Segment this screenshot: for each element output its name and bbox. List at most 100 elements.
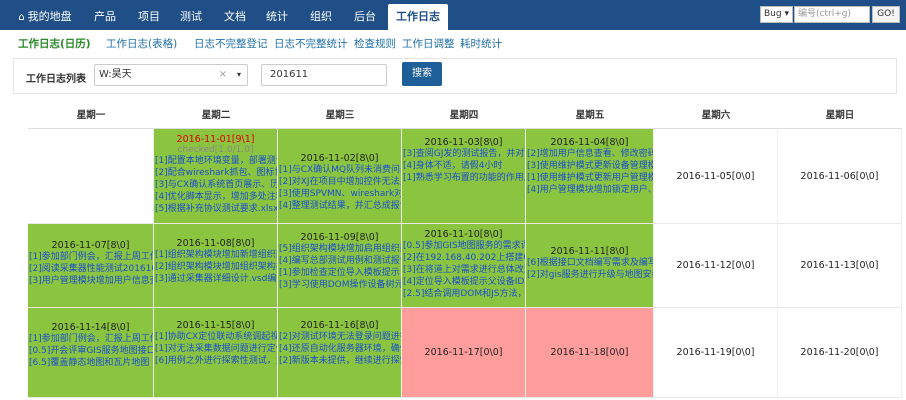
weekday-header: 星期五: [526, 103, 654, 129]
clear-icon[interactable]: ×: [219, 65, 227, 85]
subnav-item-0[interactable]: 工作日志(日历): [18, 36, 91, 51]
log-entry-link[interactable]: [1]参加部门例会，汇报上周工作: [28, 251, 153, 263]
log-entry-link[interactable]: [5]根据补充协议测试要求.xlsx: [154, 203, 277, 215]
weekday-header: 星期四: [402, 103, 526, 129]
subnav-item-3[interactable]: 日志不完整统计: [274, 36, 348, 51]
calendar-day-cell[interactable]: 2016-11-16[8\0] [2]对测试环境无法登录问题进行 [4]还原自动化服…: [278, 308, 402, 398]
user-select[interactable]: W:昊天 × ▾: [94, 64, 248, 86]
log-entry-link[interactable]: [4]编写总部测试用例和测试报告: [278, 255, 401, 267]
search-button[interactable]: 搜索: [402, 62, 442, 86]
calendar-day-cell[interactable]: 2016-11-13[0\0]: [778, 224, 902, 308]
nav-item-8[interactable]: 工作日志: [388, 4, 448, 30]
log-entry-link[interactable]: [1]对无法采集数据问题进行定位: [154, 343, 277, 355]
go-button[interactable]: GO!: [872, 6, 900, 23]
log-entry-link[interactable]: [4]定位导入模板提示父设备ID为空: [402, 276, 525, 288]
nav-item-5[interactable]: 统计: [258, 4, 296, 30]
log-entry-link[interactable]: [2]在192.168.40.202上搭建GIS: [402, 252, 525, 264]
subnav-item-5[interactable]: 工作日调整: [402, 36, 455, 51]
log-entry-link[interactable]: [2.5]结合调用DOM和JS方法，实现: [402, 288, 525, 300]
caret-down-icon[interactable]: ▾: [237, 65, 241, 85]
nav-item-4[interactable]: 文档: [216, 4, 254, 30]
log-entry-link[interactable]: [1]使用维护模式更新用户管理模块: [526, 172, 653, 184]
calendar-day-cell[interactable]: 2016-11-04[8\0] [2]增加用户信息查看、修改密码 [3]使用维护模式…: [526, 129, 654, 224]
calendar-day-cell[interactable]: 2016-11-19[0\0]: [654, 308, 778, 398]
subnav-item-6[interactable]: 耗时统计: [460, 36, 502, 51]
calendar-day-cell[interactable]: 2016-11-15[8\0] [1]协助CX定位联动系统调起视频 [1]对无法采集…: [154, 308, 278, 398]
day-date: 2016-11-08[8\0]: [176, 238, 255, 249]
log-entry-link[interactable]: [1]参加检查定位导入模板提示: [278, 267, 401, 279]
log-entry-link[interactable]: [0.5]参加GIS地图服务的需求评审: [402, 240, 525, 252]
bug-type-select[interactable]: Bug ▾: [760, 6, 793, 23]
log-entry-link[interactable]: [1]熟悉学习布置的功能的作用及: [402, 172, 525, 184]
log-entry-link[interactable]: [2]新版本未提供，继续进行探索性: [278, 355, 401, 367]
log-entry-link[interactable]: [6.5]覆盖静态地图和瓦片地图: [28, 357, 153, 369]
log-entry-link[interactable]: [2]配合wireshark抓包、图标协议分析: [154, 167, 277, 179]
calendar-day-cell[interactable]: 2016-11-14[8\0] [1]参加部门例会，汇报上周工作 [0.5]开会评审…: [28, 308, 154, 398]
log-entry-link[interactable]: [3]通过采集器详细设计.vsd编写: [154, 273, 277, 285]
month-input[interactable]: 201611: [261, 64, 387, 86]
log-entry-link[interactable]: [2]对测试环境无法登录问题进行: [278, 331, 401, 343]
calendar-day-cell[interactable]: 2016-11-10[8\0] [0.5]参加GIS地图服务的需求评审 [2]在19…: [402, 224, 526, 308]
log-entry-link[interactable]: [2]对XJ在项目中增加控件无法显示: [278, 176, 401, 188]
log-entry-link[interactable]: [2]阅读采集器性能测试20161031: [28, 263, 153, 275]
calendar-day-cell[interactable]: 2016-11-07[8\0] [1]参加部门例会，汇报上周工作 [2]阅读采集器性…: [28, 224, 154, 308]
calendar-day-cell[interactable]: 2016-11-06[0\0]: [778, 129, 902, 224]
log-entry-link[interactable]: [1]组织架构模块增加新增组织架构: [154, 249, 277, 261]
day-date: 2016-11-01[9\1]: [176, 134, 255, 145]
log-entry-link[interactable]: [1]参加部门例会，汇报上周工作: [28, 333, 153, 345]
nav-item-0[interactable]: ⌂ 我的地盘: [10, 4, 80, 30]
log-entry-link[interactable]: [3]学习使用DOM操作设备树元素: [278, 279, 401, 291]
calendar-day-cell[interactable]: 2016-11-18[0\0]: [526, 308, 654, 398]
nav-item-1[interactable]: 产品: [86, 4, 124, 30]
log-entry-link[interactable]: [6]根据接口文档编写需求及编写: [526, 257, 653, 269]
log-entry-link[interactable]: [1]与CX确认MQ队列未消费问题: [278, 164, 401, 176]
home-icon: ⌂: [18, 12, 25, 23]
nav-item-2[interactable]: 项目: [130, 4, 168, 30]
log-entry-link[interactable]: [6]用例之外进行探索性测试，重点: [154, 355, 277, 367]
log-entry-link[interactable]: [1]协助CX定位联动系统调起视频: [154, 331, 277, 343]
subnav-item-2[interactable]: 日志不完整登记: [194, 36, 268, 51]
log-entry-link[interactable]: [4]用户管理模块增加锁定用户、解锁: [526, 184, 653, 196]
nav-item-3[interactable]: 测试: [172, 4, 210, 30]
nav-item-label: 组织: [310, 10, 332, 23]
nav-item-label: 项目: [138, 10, 160, 23]
subnav-item-4[interactable]: 检查规则: [354, 36, 396, 51]
log-entry-link[interactable]: [2]增加用户信息查看、修改密码: [526, 148, 653, 160]
weekday-header: 星期二: [154, 103, 278, 129]
log-entry-link[interactable]: [3]使用维护模式更新设备管理模块: [526, 160, 653, 172]
day-date: 2016-11-03[8\0]: [424, 137, 503, 148]
log-entry-link[interactable]: [3]使用SPVMN、wireshark对抓包: [278, 188, 401, 200]
calendar-day-cell[interactable]: 2016-11-02[8\0] [1]与CX确认MQ队列未消费问题 [2]对XJ在项…: [278, 129, 402, 224]
log-entry-link[interactable]: [4]整理测试结果，并汇总成报告: [278, 200, 401, 212]
calendar-day-cell[interactable]: 2016-11-17[0\0]: [402, 308, 526, 398]
log-entry-link[interactable]: [3]用户管理模块增加用户信息查看: [28, 275, 153, 287]
log-entry-link[interactable]: [4]还原自动化服务器环境，确保: [278, 343, 401, 355]
subnav-item-1[interactable]: 工作日志(表格): [106, 36, 177, 51]
calendar-day-cell[interactable]: 2016-11-08[8\0][1]组织架构模块增加新增组织架构[2]组织架构模…: [154, 224, 278, 308]
bug-quick-search: Bug ▾ 编号(ctrl+g) GO!: [760, 6, 900, 23]
calendar-day-cell[interactable]: 2016-11-05[0\0]: [654, 129, 778, 224]
bug-id-input[interactable]: 编号(ctrl+g): [794, 6, 870, 23]
day-date: 2016-11-10[8\0]: [424, 229, 503, 240]
log-entry-link[interactable]: [2]组织架构模块增加组织架构校验: [154, 261, 277, 273]
log-entry-link[interactable]: [3]在将道上对需求进行总体改造: [402, 264, 525, 276]
calendar-day-cell[interactable]: 2016-11-11[8\0] [6]根据接口文档编写需求及编写 [2]对gis服务…: [526, 224, 654, 308]
day-date: 2016-11-14[8\0]: [51, 322, 130, 333]
nav-item-6[interactable]: 组织: [302, 4, 340, 30]
log-entry-link[interactable]: [5]组织架构模块增加启用组织架构: [278, 243, 401, 255]
log-entry-link[interactable]: [1]配置本地环境变量，部署测试服务: [154, 155, 277, 167]
calendar-day-cell[interactable]: 2016-11-01[9\1] checked[1.0/1.0] [1]配置本地环境…: [154, 129, 278, 224]
day-date: 2016-11-11[8\0]: [550, 246, 629, 257]
nav-item-7[interactable]: 后台: [346, 4, 384, 30]
calendar-day-cell[interactable]: 2016-11-03[8\0] [3]查阅GJ发的测试报告，并对比 [4]身体不适，…: [402, 129, 526, 224]
log-entry-link[interactable]: [0.5]开会评审GIS服务地图接口: [28, 345, 153, 357]
calendar-day-cell[interactable]: 2016-11-20[0\0]: [778, 308, 902, 398]
nav-item-label: 测试: [180, 10, 202, 23]
calendar-day-cell[interactable]: 2016-11-09[8\0][5]组织架构模块增加启用组织架构[4]编写总部测…: [278, 224, 402, 308]
log-entry-link[interactable]: [3]与CX确认系统首页展示、历史查询: [154, 179, 277, 191]
log-entry-link[interactable]: [4]身体不适，请假4小时: [402, 160, 525, 172]
log-entry-link[interactable]: [2]对gis服务进行升级与地图安装: [526, 269, 653, 281]
log-entry-link[interactable]: [3]查阅GJ发的测试报告，并对比: [402, 148, 525, 160]
calendar-day-cell[interactable]: 2016-11-12[0\0]: [654, 224, 778, 308]
log-entry-link[interactable]: [4]优化脚本显示，增加多处注释说明: [154, 191, 277, 203]
